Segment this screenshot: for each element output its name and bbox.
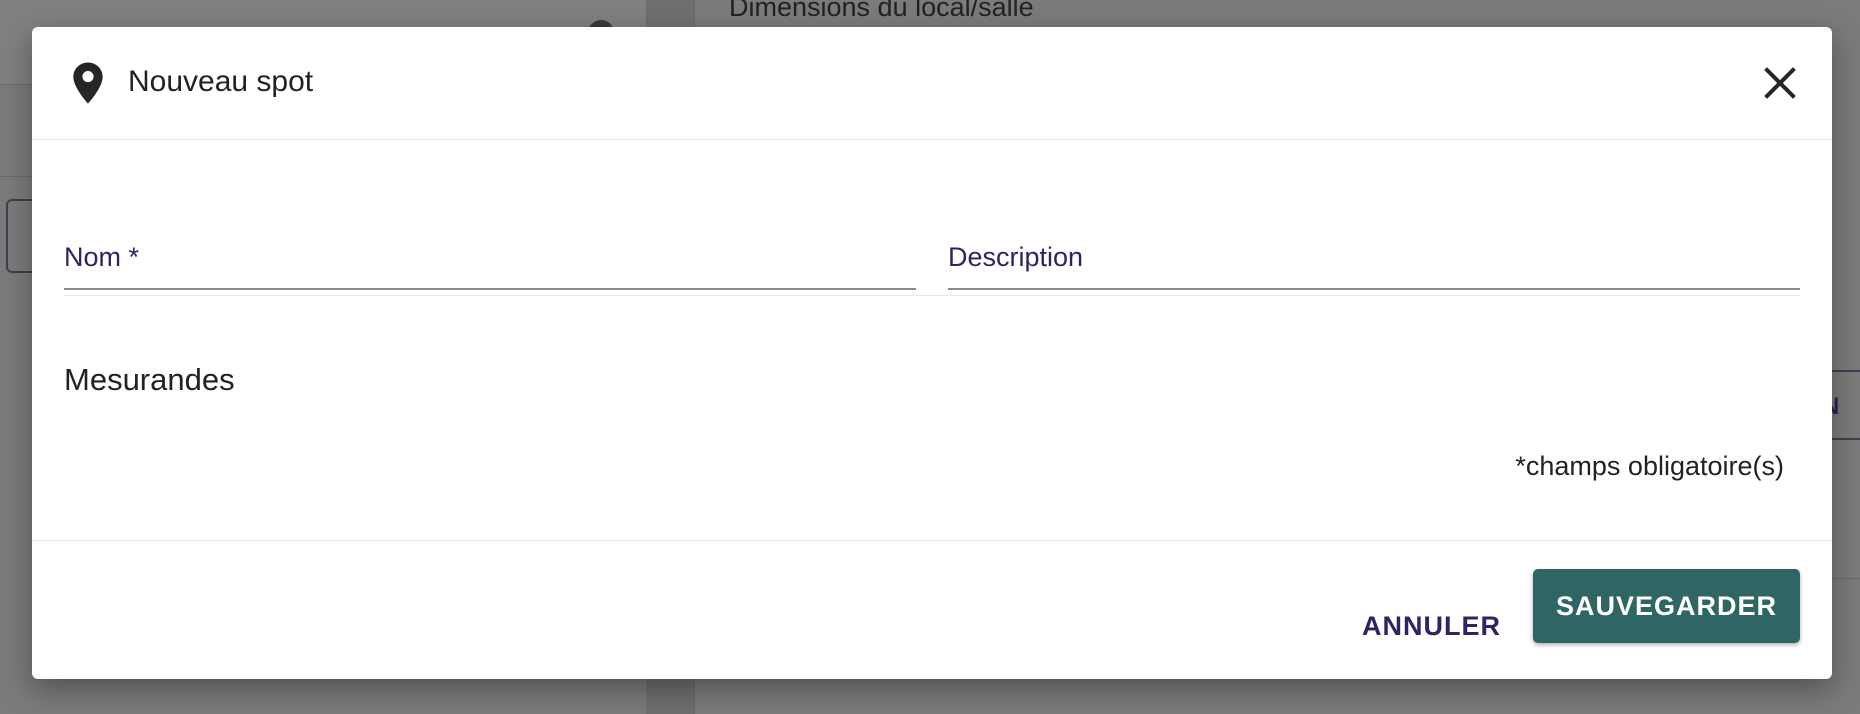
required-fields-note: *champs obligatoire(s) <box>1515 451 1784 481</box>
name-input[interactable] <box>64 242 920 284</box>
cancel-button[interactable]: ANNULER <box>1362 601 1501 651</box>
measurands-section-title: Mesurandes <box>64 362 235 397</box>
description-input[interactable] <box>948 242 1804 284</box>
dialog-header: Nouveau spot <box>32 27 1832 140</box>
new-spot-dialog: Nouveau spot Nom * Description Mesurande… <box>32 27 1832 679</box>
dialog-title: Nouveau spot <box>128 65 314 98</box>
section-divider <box>64 295 1800 296</box>
background-page-title: Dimensions du local/salle <box>729 0 1034 22</box>
dialog-footer: ANNULER SAUVEGARDER <box>32 540 1832 680</box>
close-button[interactable] <box>1758 61 1802 105</box>
description-field[interactable]: Description <box>948 202 1804 290</box>
save-button[interactable]: SAUVEGARDER <box>1533 569 1800 643</box>
close-icon <box>1764 67 1796 99</box>
name-field[interactable]: Nom * <box>64 202 920 290</box>
location-pin-icon <box>70 61 106 105</box>
